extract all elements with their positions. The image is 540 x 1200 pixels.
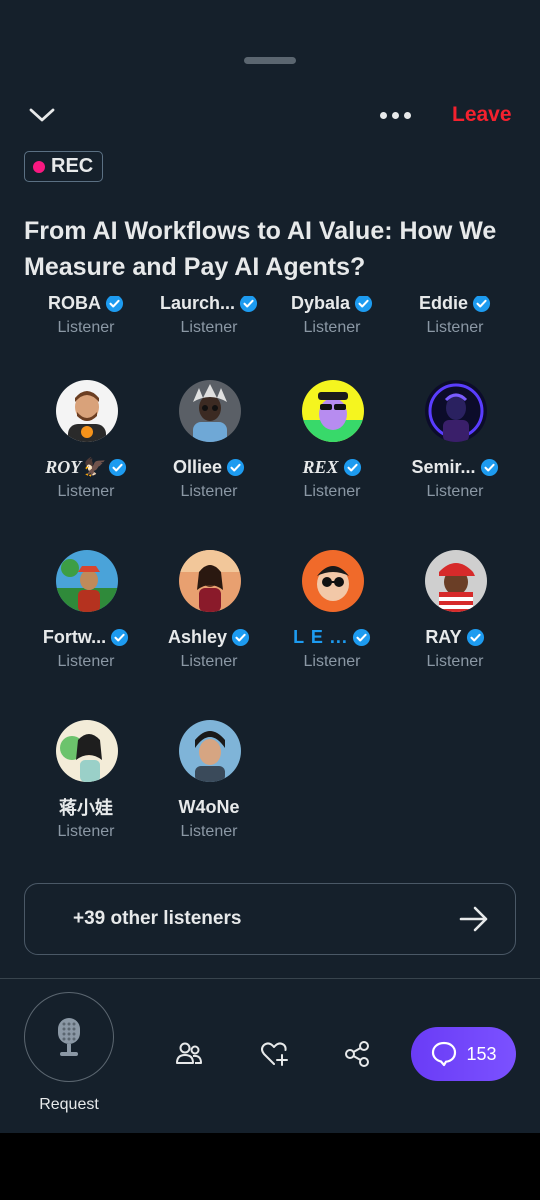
verified-badge-icon: [231, 628, 250, 646]
participant-grid: ROBA Listener Laurch... Listener Dybala …: [0, 296, 540, 856]
participant-card[interactable]: Dybala Listener: [270, 296, 394, 366]
leave-button[interactable]: Leave: [452, 100, 512, 130]
share-button[interactable]: [339, 1036, 375, 1072]
space-title: From AI Workflows to AI Value: How We Me…: [24, 217, 497, 281]
other-listeners-button[interactable]: +39 other listeners: [24, 883, 516, 955]
participant-role: Listener: [57, 653, 115, 670]
chat-bubble-icon: [432, 1041, 457, 1067]
participant-role: Listener: [57, 823, 115, 840]
participant-name: Eddie: [418, 296, 468, 313]
verified-badge-icon: [354, 296, 373, 312]
participant-role: Listener: [180, 483, 238, 500]
react-button[interactable]: [256, 1036, 292, 1072]
avatar: [425, 550, 487, 612]
verified-badge-icon: [472, 296, 491, 312]
system-navigation-area: [0, 1133, 540, 1200]
verified-badge-icon: [108, 458, 126, 476]
other-listeners-label: +39 other listeners: [73, 908, 242, 929]
microphone-icon: [58, 1018, 80, 1056]
participant-card[interactable]: Ashley Listener: [147, 550, 271, 700]
participant-card[interactable]: Semir... Listener: [393, 380, 517, 530]
participant-name: ROBA: [48, 296, 101, 313]
request-label: Request: [39, 1096, 99, 1113]
chat-count: 153: [466, 1043, 497, 1064]
space-sheet: Leave REC From AI Workflows to AI Value:…: [0, 48, 540, 1133]
participant-role: Listener: [57, 319, 115, 336]
avatar: [302, 380, 364, 442]
avatar: [425, 380, 487, 442]
participant-card[interactable]: W4oNe Listener: [147, 720, 271, 856]
participant-name: L E ...: [293, 626, 348, 647]
more-dot-icon: [391, 111, 399, 119]
verified-badge-icon: [111, 628, 129, 646]
sheet-grab-handle[interactable]: [244, 57, 296, 64]
participant-name: ROY🦅: [45, 456, 104, 477]
participant-name: RAY: [425, 626, 462, 647]
verified-badge-icon: [343, 458, 361, 476]
verified-badge-icon: [466, 628, 484, 646]
participant-role: Listener: [57, 483, 115, 500]
participant-role: Listener: [303, 319, 361, 336]
participant-role: Listener: [303, 653, 361, 670]
avatar: [56, 550, 118, 612]
avatar: [56, 720, 118, 782]
participant-card[interactable]: Olliee Listener: [147, 380, 271, 530]
status-bar-area: [0, 0, 540, 48]
avatar: [179, 550, 241, 612]
participant-card[interactable]: Eddie Listener: [393, 296, 517, 366]
participant-name: 蒋小娃: [59, 798, 113, 819]
participant-role: Listener: [180, 319, 238, 336]
participant-card[interactable]: Laurch... Listener: [147, 296, 271, 366]
verified-badge-icon: [105, 296, 124, 312]
participant-card[interactable]: REX Listener: [270, 380, 394, 530]
participant-card[interactable]: ROY🦅 Listener: [24, 380, 148, 530]
heart-plus-icon: [261, 1042, 288, 1066]
participant-role: Listener: [426, 483, 484, 500]
participant-card[interactable]: Fortw... Listener: [24, 550, 148, 700]
avatar: [302, 550, 364, 612]
avatar: [56, 380, 118, 442]
chat-button[interactable]: 153: [411, 1027, 516, 1081]
participant-role: Listener: [180, 823, 238, 840]
verified-badge-icon: [226, 458, 245, 476]
participant-name: Dybala: [290, 296, 351, 313]
bottom-divider: [0, 978, 540, 979]
participant-role: Listener: [303, 483, 361, 500]
more-options-button[interactable]: [372, 100, 418, 130]
verified-badge-icon: [480, 458, 498, 476]
participant-card[interactable]: 蒋小娃 Listener: [24, 720, 148, 856]
more-dot-icon: [403, 111, 411, 119]
participant-role: Listener: [180, 653, 238, 670]
participant-card[interactable]: RAY Listener: [393, 550, 517, 700]
share-icon: [345, 1041, 369, 1067]
recording-label: REC: [51, 155, 94, 177]
participant-name: Ashley: [167, 626, 228, 647]
participant-role: Listener: [426, 653, 484, 670]
recording-badge: REC: [24, 151, 104, 182]
participant-name: W4oNe: [178, 796, 240, 817]
request-mic-button[interactable]: [24, 992, 114, 1082]
participant-name: Semir...: [411, 456, 476, 477]
participant-name: Laurch...: [159, 296, 235, 313]
verified-badge-icon: [352, 628, 370, 646]
participant-card[interactable]: ROBA Listener: [24, 296, 148, 366]
chevron-down-icon: [29, 108, 55, 122]
participant-name: Fortw...: [42, 626, 107, 647]
avatar: [179, 380, 241, 442]
participant-name: REX: [302, 456, 339, 477]
avatar: [179, 720, 241, 782]
participant-card[interactable]: L E ... Listener: [270, 550, 394, 700]
recording-dot-icon: [33, 160, 45, 173]
more-dot-icon: [379, 111, 387, 119]
verified-badge-icon: [239, 296, 258, 312]
participant-role: Listener: [426, 319, 484, 336]
collapse-button[interactable]: [24, 100, 60, 130]
participants-button[interactable]: [171, 1036, 207, 1072]
participant-name: Olliee: [172, 456, 223, 477]
arrow-right-icon: [459, 906, 488, 932]
people-icon: [176, 1042, 202, 1064]
